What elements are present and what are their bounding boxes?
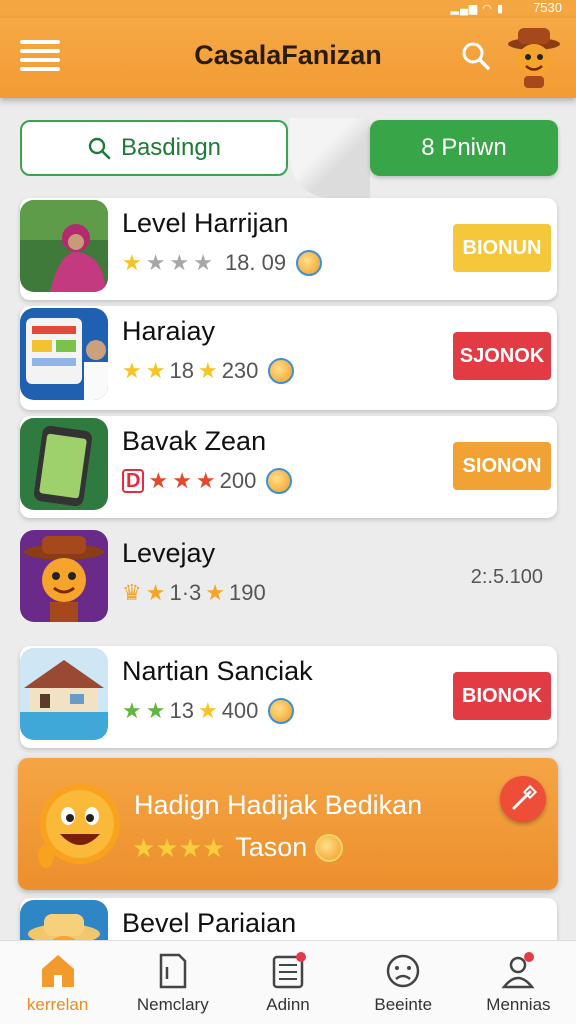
star-icon: ★ <box>195 468 216 493</box>
count-text: 190 <box>229 580 266 605</box>
list-item[interactable]: Haraiay ★ ★ 18 ★ 230 SJONOK <box>20 306 557 410</box>
profile-icon <box>501 952 535 989</box>
nav-item-home[interactable]: kerrelan <box>0 941 115 1024</box>
promo-title: Hadign Hadijak Bedikan <box>134 790 423 820</box>
star-icon: ★ <box>169 250 190 275</box>
star-icon: ★ <box>122 698 142 723</box>
nav-label: Nemclary <box>136 995 209 1014</box>
star-icon: ★ <box>197 358 218 383</box>
nav-label: kerrelan <box>26 995 89 1014</box>
item-rating: ♛ ★ 1·3 ★ 190 <box>122 580 266 606</box>
crown-icon: ♛ <box>122 580 142 605</box>
star-icon: ★ <box>145 698 166 723</box>
item-action-button[interactable]: BIONUN <box>453 224 551 272</box>
item-rating: D ★ ★ ★ 200 <box>122 468 293 494</box>
page-curl <box>290 118 370 198</box>
nav-label: Beeinte <box>374 995 433 1014</box>
nav-item-list[interactable]: Adinn <box>230 941 345 1024</box>
home-icon <box>41 955 74 987</box>
list-item[interactable]: Bavak Zean D ★ ★ ★ 200 SIONON <box>20 416 557 518</box>
item-title: Nartian Sanciak <box>122 656 313 686</box>
coin-icon <box>315 833 344 862</box>
star-icon: ★ <box>145 358 166 383</box>
count-text: 230 <box>221 358 259 383</box>
bottom-nav: kerrelan Nemclary Adinn Beeinte Mennias <box>0 940 576 1024</box>
count-text: 1·3 <box>169 580 202 605</box>
nav-item-face[interactable]: Beeinte <box>346 941 461 1024</box>
star-icon: ★ <box>205 580 225 605</box>
star-icon: ★ <box>193 250 213 275</box>
list-item[interactable]: Levejay ♛ ★ 1·3 ★ 190 2:.5.100 <box>20 528 557 630</box>
nav-label: Mennias <box>486 995 551 1014</box>
item-thumbnail <box>20 530 108 622</box>
item-rating: ★ ★ 18 ★ 230 <box>122 358 295 384</box>
item-thumbnail <box>20 308 108 400</box>
rating-text: 18. 09 <box>224 250 287 275</box>
item-rating: ★ ★ 13 ★ 400 <box>122 698 295 724</box>
item-title: Haraiay <box>122 316 216 346</box>
search-filter-button[interactable]: Basdingn <box>20 120 288 176</box>
d-badge-icon: D <box>122 469 145 493</box>
search-icon[interactable] <box>460 40 494 74</box>
star-icon: ★ <box>145 250 166 275</box>
item-thumbnail <box>20 900 108 940</box>
star-icon: ★ <box>132 832 156 863</box>
list-item[interactable]: Bevel Pariaian <box>20 898 557 940</box>
list-icon <box>272 952 306 989</box>
star-icon: ★ <box>148 468 169 493</box>
app-bar: CasalaFanizan <box>0 18 576 98</box>
star-icon: ★ <box>155 832 179 863</box>
star-icon: ★ <box>122 250 142 275</box>
item-title: Level Harrijan <box>122 208 289 238</box>
search-filter-label: Basdingn <box>120 134 222 161</box>
nav-item-documents[interactable]: Nemclary <box>115 941 230 1024</box>
star-icon: ★ <box>178 832 202 863</box>
status-time: 7530 <box>533 0 562 15</box>
item-thumbnail <box>20 418 108 510</box>
item-action-button[interactable]: SJONOK <box>453 332 551 380</box>
coin-icon <box>296 250 323 276</box>
list-item[interactable]: Level Harrijan ★ ★ ★ ★ 18. 09 BIONUN <box>20 198 557 300</box>
list-item[interactable]: Nartian Sanciak ★ ★ 13 ★ 400 BIONOK <box>20 646 557 748</box>
promo-action-button[interactable] <box>500 776 546 822</box>
mascot-avatar[interactable] <box>506 24 562 90</box>
star-icon: ★ <box>197 698 218 723</box>
star-icon: ★ <box>201 832 226 863</box>
item-title: Bavak Zean <box>122 426 267 456</box>
signal-icon: ▂▄▆ ◠ ▮ <box>450 3 504 15</box>
status-bar: ▂▄▆ ◠ ▮ 7530 <box>0 0 576 18</box>
item-value: 2:.5.100 <box>470 566 543 588</box>
nav-label: Adinn <box>266 995 310 1014</box>
coin-icon <box>266 468 293 494</box>
item-rating: ★ ★ ★ ★ 18. 09 <box>122 250 323 276</box>
item-action-button[interactable]: BIONOK <box>453 672 551 720</box>
item-thumbnail <box>20 200 108 292</box>
item-action-button[interactable]: SIONON <box>453 442 551 490</box>
promo-banner[interactable]: Hadign Hadijak Bedikan ★ ★ ★ ★ Tason <box>18 758 558 890</box>
item-title: Levejay <box>122 538 216 568</box>
nav-item-profile[interactable]: Mennias <box>461 941 576 1024</box>
face-icon <box>386 954 420 988</box>
star-icon: ★ <box>122 358 142 383</box>
count-text: 13 <box>169 698 194 723</box>
promo-subtitle-row: ★ ★ ★ ★ Tason <box>132 832 344 863</box>
document-icon <box>159 953 187 989</box>
star-icon: ★ <box>145 580 166 605</box>
item-thumbnail <box>20 648 108 740</box>
search-icon <box>88 137 111 160</box>
promo-subtitle: Tason <box>235 832 308 862</box>
count-text: 18 <box>169 358 194 383</box>
smiley-icon <box>30 776 128 874</box>
count-text: 400 <box>221 698 259 723</box>
pin-icon <box>512 784 538 810</box>
coin-icon <box>268 358 295 384</box>
item-title: Bevel Pariaian <box>122 908 297 938</box>
count-text: 200 <box>219 468 257 493</box>
coin-icon <box>268 698 295 724</box>
star-icon: ★ <box>172 468 192 493</box>
green-filter-button[interactable]: 8 Pniwn <box>370 120 558 176</box>
